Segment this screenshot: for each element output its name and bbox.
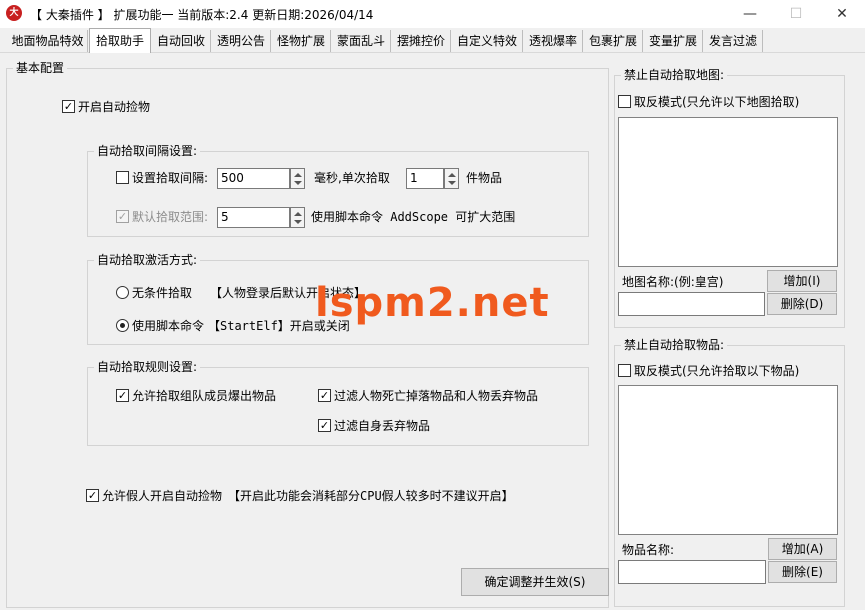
spin-down-icon bbox=[294, 181, 302, 185]
map-name-label: 地图名称:(例:皇宫) bbox=[622, 275, 724, 289]
enable-auto-pick-checkbox[interactable]: ✓ bbox=[62, 100, 75, 113]
add-map-button[interactable]: 增加(I) bbox=[767, 270, 837, 292]
item-name-label: 物品名称: bbox=[622, 543, 675, 557]
tab-variable-extension[interactable]: 变量扩展 bbox=[644, 30, 703, 52]
tab-strip: 地面物品特效 拾取助手 自动回收 透明公告 怪物扩展 蒙面乱斗 摆摊控价 自定义… bbox=[0, 28, 865, 53]
set-interval-label: 设置拾取间隔: bbox=[132, 171, 209, 185]
default-range-label: 默认拾取范围: bbox=[132, 210, 209, 224]
rules-group: 自动拾取规则设置: bbox=[87, 360, 589, 446]
activation-title: 自动拾取激活方式: bbox=[94, 253, 201, 267]
title-bar: 大 【 大秦插件 】 扩展功能一 当前版本:2.4 更新日期:2026/04/1… bbox=[0, 0, 865, 28]
basic-config-title: 基本配置 bbox=[13, 61, 68, 75]
range-spinner[interactable] bbox=[290, 207, 305, 228]
unconditional-radio[interactable] bbox=[116, 286, 129, 299]
tab-drop-rate-view[interactable]: 透视爆率 bbox=[524, 30, 583, 52]
tab-pickup-assistant[interactable]: 拾取助手 bbox=[89, 28, 151, 53]
tab-monster-extension[interactable]: 怪物扩展 bbox=[272, 30, 331, 52]
range-hint-label: 使用脚本命令 AddScope 可扩大范围 bbox=[311, 210, 516, 224]
filter-death-label: 过滤人物死亡掉落物品和人物丢弃物品 bbox=[334, 389, 539, 403]
enable-auto-pick-label: 开启自动捡物 bbox=[78, 100, 151, 114]
tab-content: 基本配置 ✓ 开启自动捡物 自动拾取间隔设置: 设置拾取间隔: 500 毫秒,单… bbox=[0, 53, 865, 610]
tab-chat-filter[interactable]: 发言过滤 bbox=[704, 30, 763, 52]
spin-up-icon bbox=[294, 173, 302, 177]
tab-masked-brawl[interactable]: 蒙面乱斗 bbox=[332, 30, 391, 52]
unconditional-label: 无条件拾取 bbox=[132, 286, 193, 300]
spin-down-icon bbox=[294, 220, 302, 224]
interval-settings-group: 自动拾取间隔设置: bbox=[87, 144, 589, 237]
ms-label: 毫秒,单次拾取 bbox=[314, 171, 390, 185]
set-interval-checkbox[interactable] bbox=[116, 171, 129, 184]
allow-team-label: 允许拾取组队成员爆出物品 bbox=[132, 389, 277, 403]
ban-items-invert-checkbox[interactable] bbox=[618, 364, 631, 377]
ban-items-invert-label: 取反模式(只允许拾取以下物品) bbox=[634, 364, 800, 378]
range-input[interactable]: 5 bbox=[217, 207, 290, 228]
ban-items-list[interactable] bbox=[618, 385, 838, 535]
tab-auto-recycle[interactable]: 自动回收 bbox=[152, 30, 211, 52]
allow-team-checkbox[interactable]: ✓ bbox=[116, 389, 129, 402]
tab-ground-item-effects[interactable]: 地面物品特效 bbox=[8, 30, 88, 52]
maximize-button[interactable]: ☐ bbox=[773, 0, 819, 28]
interval-input[interactable]: 500 bbox=[217, 168, 290, 189]
ban-maps-invert-checkbox[interactable] bbox=[618, 95, 631, 108]
filter-death-checkbox[interactable]: ✓ bbox=[318, 389, 331, 402]
spin-up-icon bbox=[294, 212, 302, 216]
tab-bag-extension[interactable]: 包裹扩展 bbox=[584, 30, 643, 52]
default-range-checkbox: ✓ bbox=[116, 210, 129, 223]
allow-fake-player-label: 允许假人开启自动捡物 bbox=[102, 489, 223, 503]
script-command-label: 使用脚本命令 bbox=[132, 319, 205, 333]
pick-count-input[interactable]: 1 bbox=[406, 168, 444, 189]
spin-up-icon bbox=[448, 173, 456, 177]
interval-settings-title: 自动拾取间隔设置: bbox=[94, 144, 201, 158]
watermark-text: lspm2.net bbox=[315, 280, 550, 326]
map-name-input[interactable] bbox=[618, 292, 765, 316]
ban-maps-list[interactable] bbox=[618, 117, 838, 267]
filter-self-checkbox[interactable]: ✓ bbox=[318, 419, 331, 432]
pick-count-spinner[interactable] bbox=[444, 168, 459, 189]
allow-fake-player-hint: 【开启此功能会消耗部分CPU假人较多时不建议开启】 bbox=[228, 489, 514, 503]
radio-selected-dot bbox=[120, 323, 125, 328]
ban-maps-invert-label: 取反模式(只允许以下地图拾取) bbox=[634, 95, 800, 109]
confirm-apply-button[interactable]: 确定调整并生效(S) bbox=[461, 568, 609, 596]
ban-maps-title: 禁止自动拾取地图: bbox=[621, 68, 728, 82]
allow-fake-player-checkbox[interactable]: ✓ bbox=[86, 489, 99, 502]
interval-spinner[interactable] bbox=[290, 168, 305, 189]
delete-map-button[interactable]: 删除(D) bbox=[767, 293, 837, 315]
app-logo-icon: 大 bbox=[6, 5, 22, 21]
items-label: 件物品 bbox=[466, 171, 503, 185]
tab-custom-effects[interactable]: 自定义特效 bbox=[452, 30, 523, 52]
close-button[interactable]: ✕ bbox=[819, 0, 865, 28]
rules-title: 自动拾取规则设置: bbox=[94, 360, 201, 374]
script-command-radio[interactable] bbox=[116, 319, 129, 332]
tab-stall-price-control[interactable]: 摆摊控价 bbox=[392, 30, 451, 52]
add-item-button[interactable]: 增加(A) bbox=[768, 538, 837, 560]
delete-item-button[interactable]: 删除(E) bbox=[768, 561, 837, 583]
filter-self-label: 过滤自身丢弃物品 bbox=[334, 419, 431, 433]
item-name-input[interactable] bbox=[618, 560, 766, 584]
spin-down-icon bbox=[448, 181, 456, 185]
window-title: 【 大秦插件 】 扩展功能一 当前版本:2.4 更新日期:2026/04/14 bbox=[30, 8, 374, 22]
minimize-button[interactable]: — bbox=[727, 0, 773, 28]
ban-items-title: 禁止自动拾取物品: bbox=[621, 338, 728, 352]
tab-transparent-notice[interactable]: 透明公告 bbox=[212, 30, 271, 52]
